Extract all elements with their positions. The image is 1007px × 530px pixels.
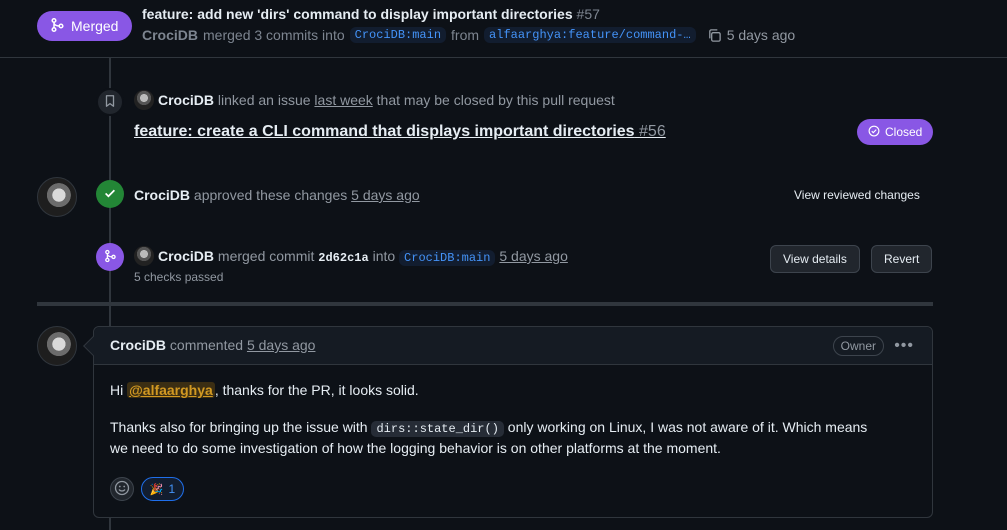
- merge-event-time[interactable]: 5 days ago: [499, 248, 568, 264]
- comment-box: CrociDB commented 5 days ago Owner ••• H…: [83, 326, 933, 518]
- avatar[interactable]: [134, 246, 154, 266]
- checks-passed-text[interactable]: 5 checks passed: [134, 270, 223, 284]
- issue-status-label: Closed: [885, 125, 923, 139]
- comment-line-2b: only working on Linux, I was not aware o…: [507, 419, 868, 435]
- pr-number: #57: [576, 6, 600, 22]
- comment-line-2a: Thanks also for bringing up the issue wi…: [110, 419, 368, 435]
- approve-event-label: approved these changes: [193, 187, 348, 203]
- merge-into-text: into: [372, 248, 396, 264]
- comment-line-1: Hi @alfaarghya, thanks for the PR, it lo…: [110, 380, 419, 401]
- linked-event-suffix: that may be closed by this pull request: [376, 92, 615, 108]
- merged-commits-text: merged 3 commits into: [203, 27, 345, 43]
- linked-issue-title: feature: create a CLI command that displ…: [134, 123, 635, 140]
- bookmark-icon: [103, 94, 117, 111]
- merge-commit-sha[interactable]: 2d62c1a: [318, 251, 368, 265]
- merge-event-label: merged commit: [217, 248, 315, 264]
- comment-verb: commented: [169, 337, 244, 353]
- reaction-count: 1: [168, 482, 176, 496]
- kebab-menu-icon[interactable]: •••: [894, 337, 914, 355]
- pr-subtitle: CrociDB merged 3 commits into CrociDB:ma…: [142, 27, 795, 43]
- comment-time[interactable]: 5 days ago: [247, 337, 316, 353]
- merge-branch-label[interactable]: CrociDB:main: [399, 250, 496, 266]
- comment-greeting: Hi: [110, 382, 124, 398]
- inline-code: dirs::state_dir(): [371, 421, 504, 437]
- timeline-line-bottom: [109, 518, 111, 530]
- view-details-button[interactable]: View details: [770, 245, 860, 273]
- add-reaction-button[interactable]: [110, 477, 134, 501]
- comment-line-1-rest: , thanks for the PR, it looks solid.: [214, 382, 419, 398]
- view-reviewed-changes-button[interactable]: View reviewed changes: [794, 188, 920, 202]
- linked-event-text: linked an issue: [217, 92, 311, 108]
- linked-event-user[interactable]: CrociDB: [158, 92, 214, 108]
- linked-event-time[interactable]: last week: [314, 92, 372, 108]
- pr-title[interactable]: feature: add new 'dirs' command to displ…: [142, 6, 600, 22]
- pr-author-link[interactable]: CrociDB: [142, 27, 198, 43]
- check-circle-icon: [868, 125, 880, 140]
- owner-badge: Owner: [832, 336, 884, 356]
- check-icon: [103, 186, 117, 203]
- git-merge-icon: [103, 249, 117, 266]
- linked-issue-title-link[interactable]: feature: create a CLI command that displ…: [134, 123, 666, 141]
- avatar[interactable]: [37, 177, 77, 217]
- merge-event-icon-wrap: [96, 243, 124, 271]
- timeline-line-lower: [109, 306, 111, 326]
- issue-closed-badge: Closed: [857, 119, 934, 145]
- pr-sticky-header: Merged feature: add new 'dirs' command t…: [0, 0, 1007, 58]
- avatar[interactable]: [37, 326, 77, 366]
- bookmark-event-icon-wrap: [96, 88, 124, 116]
- merged-status-badge: Merged: [37, 11, 133, 41]
- merge-event-user[interactable]: CrociDB: [158, 248, 214, 264]
- smiley-icon: [114, 480, 130, 499]
- comment-meta: CrociDB commented 5 days ago: [110, 337, 315, 353]
- merged-status-label: Merged: [71, 18, 119, 34]
- approve-event-user[interactable]: CrociDB: [134, 187, 190, 203]
- comment-header: CrociDB commented 5 days ago Owner •••: [94, 327, 932, 365]
- linked-issue-number: #56: [639, 123, 666, 140]
- avatar[interactable]: [134, 90, 154, 110]
- git-merge-icon: [49, 17, 65, 36]
- from-text: from: [451, 27, 480, 43]
- approve-event-text: CrociDB approved these changes 5 days ag…: [134, 187, 420, 203]
- pr-header-time: 5 days ago: [726, 27, 796, 43]
- tada-emoji-icon: 🎉: [149, 483, 164, 496]
- approved-event-icon-wrap: [96, 180, 124, 208]
- copy-icon[interactable]: [707, 28, 722, 43]
- linked-issue-text: CrociDB linked an issue last week that m…: [158, 92, 615, 108]
- comment-line-2: Thanks also for bringing up the issue wi…: [110, 417, 867, 440]
- pr-title-text: feature: add new 'dirs' command to displ…: [142, 6, 573, 22]
- comment-author[interactable]: CrociDB: [110, 337, 166, 353]
- tada-reaction-button[interactable]: 🎉 1: [141, 477, 184, 501]
- user-mention-link[interactable]: @alfaarghya: [127, 382, 215, 398]
- head-branch-label[interactable]: alfaarghya:feature/command-…: [484, 27, 696, 43]
- timeline-divider: [37, 302, 933, 306]
- merge-event-text: CrociDB merged commit 2d62c1a into Croci…: [158, 248, 568, 266]
- base-branch-label[interactable]: CrociDB:main: [349, 27, 447, 43]
- approve-event-time[interactable]: 5 days ago: [351, 187, 420, 203]
- comment-line-3: we need to do some investigation of how …: [110, 440, 721, 456]
- revert-button[interactable]: Revert: [871, 245, 933, 273]
